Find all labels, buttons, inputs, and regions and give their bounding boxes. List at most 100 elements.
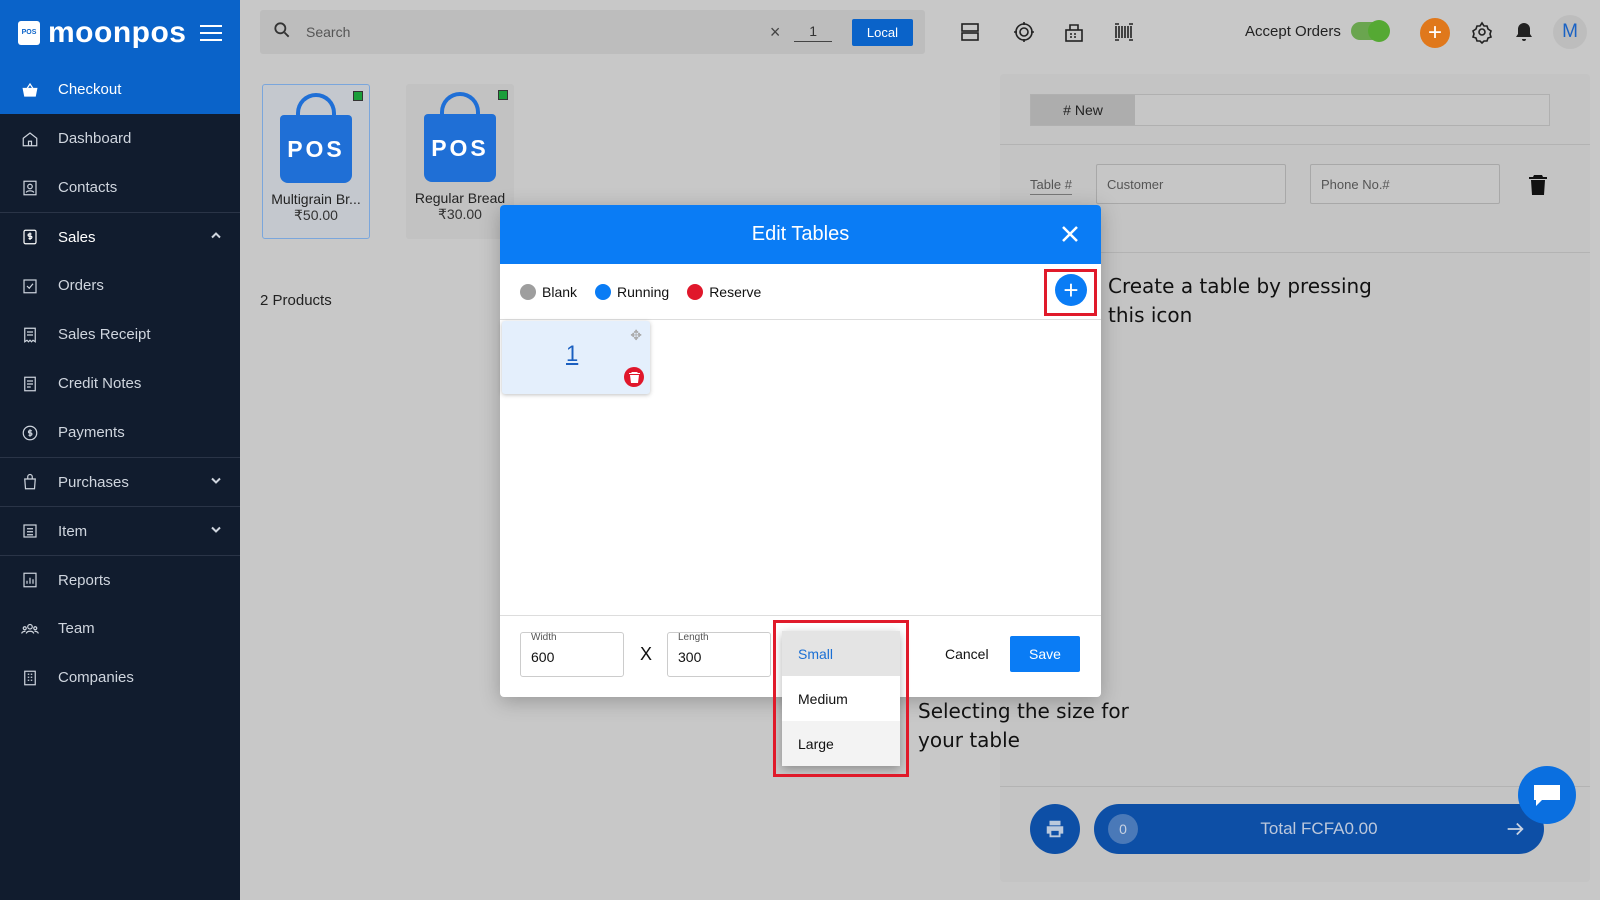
brand-logo-icon: POS xyxy=(18,20,40,45)
sidebar-item-item[interactable]: Item xyxy=(0,506,240,555)
sidebar-item-label: Reports xyxy=(58,571,111,589)
length-field[interactable]: Length 300 xyxy=(667,632,771,677)
top-bar: × 1 Local Accept Orders + M xyxy=(240,0,1600,65)
chat-icon xyxy=(1534,785,1560,806)
hamburger-menu-icon[interactable] xyxy=(200,24,222,41)
sidebar-item-label: Sales Receipt xyxy=(58,326,151,343)
accept-orders-label: Accept Orders xyxy=(1245,22,1341,40)
print-button[interactable] xyxy=(1030,804,1080,854)
note-icon xyxy=(20,374,40,394)
barcode-icon[interactable] xyxy=(1112,20,1136,49)
sidebar-item-sales[interactable]: Sales xyxy=(0,212,240,261)
move-icon[interactable]: ✥ xyxy=(630,327,642,344)
bell-icon[interactable] xyxy=(1512,20,1536,49)
accept-orders: Accept Orders xyxy=(1245,20,1390,42)
accept-orders-toggle[interactable] xyxy=(1350,20,1390,42)
product-name: Multigrain Br... xyxy=(271,191,361,207)
item-count-badge: 0 xyxy=(1108,814,1138,844)
width-label: Width xyxy=(531,632,557,643)
chart-icon xyxy=(20,570,40,590)
pos-bag-icon: POS xyxy=(420,92,500,182)
select-size-annotation: Selecting the size for your table xyxy=(918,699,1129,752)
search-box: × 1 Local xyxy=(260,10,925,54)
sidebar-item-label: Sales xyxy=(58,228,96,246)
contacts-icon xyxy=(20,178,40,198)
discount-gear-icon[interactable] xyxy=(1012,20,1036,49)
product-price: ₹30.00 xyxy=(438,206,482,222)
sidebar-item-label: Companies xyxy=(58,669,134,686)
width-value: 600 xyxy=(531,649,555,665)
sidebar-item-purchases[interactable]: Purchases xyxy=(0,457,240,506)
local-button[interactable]: Local xyxy=(851,18,913,46)
order-tabs: # New xyxy=(1030,94,1550,126)
table-card[interactable]: 1 ✥ xyxy=(502,321,650,394)
sidebar-item-reports[interactable]: Reports xyxy=(0,555,240,604)
running-status-dot xyxy=(595,283,612,300)
product-card[interactable]: POS Regular Bread ₹30.00 xyxy=(406,84,514,239)
search-input[interactable] xyxy=(306,24,760,40)
sidebar-item-companies[interactable]: Companies xyxy=(0,653,240,702)
cancel-button[interactable]: Cancel xyxy=(945,646,989,662)
product-name: Regular Bread xyxy=(414,190,506,206)
size-menu-highlight xyxy=(773,620,909,777)
chevron-up-icon xyxy=(210,229,222,246)
tab-new-order[interactable]: # New xyxy=(1031,95,1135,125)
save-button[interactable]: Save xyxy=(1010,636,1080,672)
modal-header: Edit Tables xyxy=(500,205,1101,264)
customer-field[interactable]: Customer xyxy=(1096,164,1286,204)
checklist-icon xyxy=(20,276,40,296)
modal-title: Edit Tables xyxy=(751,223,850,245)
pos-bag-icon: POS xyxy=(276,93,356,183)
trash-icon[interactable] xyxy=(1528,174,1548,201)
coin-icon xyxy=(20,423,40,443)
delete-table-icon[interactable] xyxy=(624,367,644,387)
avatar[interactable]: M xyxy=(1553,15,1587,49)
sidebar-item-label: Team xyxy=(58,620,95,637)
close-icon[interactable] xyxy=(1059,223,1081,245)
add-icon[interactable]: + xyxy=(1420,18,1450,48)
sidebar-item-sales-receipt[interactable]: Sales Receipt xyxy=(0,310,240,359)
sidebar-item-checkout[interactable]: Checkout xyxy=(0,65,240,114)
sidebar-item-label: Dashboard xyxy=(58,130,132,147)
product-card[interactable]: POS Multigrain Br... ₹50.00 xyxy=(262,84,370,239)
reserve-status-dot xyxy=(687,283,704,300)
sidebar-item-label: Payments xyxy=(58,424,125,441)
sidebar-item-label: Item xyxy=(58,522,88,540)
sidebar-item-label: Contacts xyxy=(58,179,118,196)
brand-logo-group[interactable]: POS moonpos xyxy=(18,16,187,50)
total-label: Total FCFA0.00 xyxy=(1260,819,1378,838)
sidebar-item-payments[interactable]: Payments xyxy=(0,408,240,457)
sidebar-item-label: Orders xyxy=(58,277,104,294)
layout-icon[interactable] xyxy=(958,20,982,49)
width-field[interactable]: Width 600 xyxy=(520,632,624,677)
quantity-field[interactable]: 1 xyxy=(794,23,832,42)
checkout-total-button[interactable]: 0 Total FCFA0.00 xyxy=(1094,804,1544,854)
register-icon[interactable] xyxy=(1062,20,1086,49)
bag-icon xyxy=(20,472,40,492)
receipt-icon xyxy=(20,325,40,345)
phone-field[interactable]: Phone No.# xyxy=(1310,164,1500,204)
create-table-annotation: Create a table by pressing this icon xyxy=(1108,274,1372,327)
sidebar-item-contacts[interactable]: Contacts xyxy=(0,163,240,212)
search-icon xyxy=(272,20,292,45)
sidebar: POS moonpos Checkout Dashboard Contacts … xyxy=(0,0,240,900)
sidebar-item-team[interactable]: Team xyxy=(0,604,240,653)
table-selector[interactable]: Table # xyxy=(1030,177,1072,195)
building-icon xyxy=(20,668,40,688)
sidebar-item-dashboard[interactable]: Dashboard xyxy=(0,114,240,163)
sidebar-item-label: Credit Notes xyxy=(58,375,142,392)
chat-button[interactable] xyxy=(1518,766,1576,824)
legend-reserve: Reserve xyxy=(687,283,761,300)
sidebar-item-credit-notes[interactable]: Credit Notes xyxy=(0,359,240,408)
length-label: Length xyxy=(678,632,709,643)
status-legend: Blank Running Reserve + xyxy=(500,264,1101,320)
team-icon xyxy=(20,619,40,639)
brand-bar: POS moonpos xyxy=(0,0,240,65)
in-stock-indicator xyxy=(498,90,508,100)
table-number-link[interactable]: 1 xyxy=(566,341,578,367)
clear-search-icon[interactable]: × xyxy=(770,22,781,43)
arrow-right-icon xyxy=(1504,818,1526,845)
settings-gear-icon[interactable] xyxy=(1470,20,1494,49)
sidebar-item-label: Purchases xyxy=(58,473,129,491)
sidebar-item-orders[interactable]: Orders xyxy=(0,261,240,310)
